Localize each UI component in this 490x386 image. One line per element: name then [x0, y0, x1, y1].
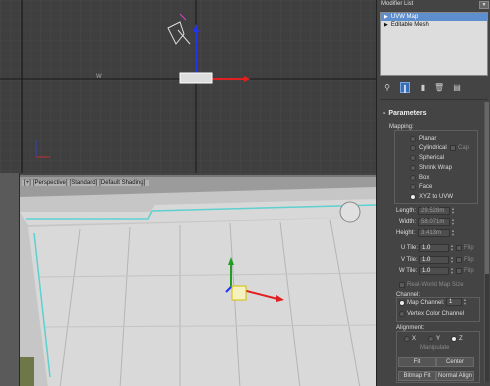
- radio-planar[interactable]: [410, 136, 416, 142]
- width-label: Width:: [399, 219, 417, 225]
- viewcube[interactable]: [339, 201, 361, 223]
- radio-map-channel[interactable]: [399, 300, 405, 306]
- u-tile-field[interactable]: 1.0: [419, 244, 449, 252]
- map-channel-spinner-icon[interactable]: ▲ ▼: [463, 298, 467, 306]
- normal-align-button[interactable]: Normal Align: [436, 371, 474, 381]
- length-field[interactable]: 29.528m: [418, 207, 450, 215]
- divider: [380, 99, 488, 100]
- radio-align-y[interactable]: [428, 336, 434, 342]
- manipulate-label: Manipulate: [420, 345, 450, 351]
- perspective-scene: [20, 177, 376, 386]
- u-flip-checkbox[interactable]: [456, 245, 462, 251]
- top-viewport-grid: [0, 0, 376, 173]
- radio-xyz-to-uvw-label: XYZ to UVW: [419, 194, 454, 200]
- radio-shrink-wrap[interactable]: [410, 165, 416, 171]
- radio-box[interactable]: [410, 175, 416, 181]
- modifier-stack-item-editable-mesh[interactable]: ▶ Editable Mesh: [381, 21, 487, 29]
- radio-cylindrical[interactable]: [410, 145, 416, 151]
- gizmo-plane[interactable]: [231, 285, 247, 301]
- show-end-result-icon[interactable]: ❙: [400, 82, 410, 93]
- modifier-stack[interactable]: ▶ UVW Map ▶ Editable Mesh: [380, 12, 488, 76]
- w-tile-spinner-icon[interactable]: ▲ ▼: [450, 267, 454, 275]
- parameters-title: Parameters: [388, 110, 427, 117]
- modifier-list-chevron-icon[interactable]: ▼: [479, 1, 489, 9]
- modifier-stack-label: UVW Map: [390, 14, 419, 20]
- radio-spherical[interactable]: [410, 155, 416, 161]
- expand-triangle-icon[interactable]: ▶: [384, 22, 388, 28]
- viewport-menu-shading[interactable]: [Default Shading]: [99, 180, 145, 186]
- viewport-menu-plus[interactable]: [+]: [24, 180, 31, 186]
- radio-xyz-to-uvw[interactable]: [410, 194, 416, 200]
- radio-face-label: Face: [419, 184, 433, 190]
- center-button[interactable]: Center: [436, 357, 474, 367]
- viewport-menu-view[interactable]: [Perspective]: [33, 180, 68, 186]
- u-flip-label: Flip: [464, 245, 474, 251]
- real-world-map-size-checkbox[interactable]: [399, 282, 405, 288]
- modifier-stack-item-uvw-map[interactable]: ▶ UVW Map: [381, 13, 487, 21]
- radio-planar-label: Planar: [419, 136, 437, 142]
- v-flip-checkbox[interactable]: [456, 257, 462, 263]
- align-x-label: X: [412, 336, 417, 342]
- pin-stack-icon[interactable]: ⚲: [382, 82, 392, 93]
- v-flip-label: Flip: [464, 257, 474, 263]
- w-flip-checkbox[interactable]: [456, 268, 462, 274]
- align-z-label: Z: [459, 336, 463, 342]
- width-field[interactable]: 58.071m: [418, 218, 450, 226]
- radio-cylindrical-label: Cylindrical: [419, 145, 447, 151]
- u-tile-spinner-icon[interactable]: ▲ ▼: [450, 244, 454, 252]
- radio-align-x[interactable]: [404, 336, 410, 342]
- length-label: Length:: [396, 208, 417, 214]
- height-spinner-icon[interactable]: ▲ ▼: [451, 229, 455, 237]
- u-tile-label: U Tile:: [401, 245, 419, 251]
- perspective-viewport[interactable]: [+] [Perspective] [Standard] [Default Shadi…: [20, 175, 376, 386]
- viewport-menu-standard[interactable]: [Standard]: [70, 180, 98, 186]
- modifier-stack-label: Editable Mesh: [390, 22, 429, 28]
- v-tile-label: V Tile:: [401, 257, 418, 263]
- make-unique-icon[interactable]: ▮: [418, 82, 428, 93]
- viewport-label[interactable]: [+] [Perspective] [Standard] [Default Shadi…: [22, 180, 150, 186]
- align-y-label: Y: [436, 336, 441, 342]
- height-label: Height:: [396, 230, 416, 236]
- vertex-color-channel-label: Vertex Color Channel: [407, 311, 465, 317]
- top-viewport-axis-label: W: [96, 74, 102, 80]
- radio-shrink-wrap-label: Shrink Wrap: [419, 165, 452, 171]
- radio-box-label: Box: [419, 175, 430, 181]
- map-channel-field[interactable]: 1: [446, 298, 462, 306]
- height-field[interactable]: 3.413m: [418, 229, 450, 237]
- radio-face[interactable]: [410, 184, 416, 190]
- v-tile-spinner-icon[interactable]: ▲ ▼: [450, 256, 454, 264]
- modifier-list-dropdown[interactable]: Modifier List: [381, 1, 413, 7]
- scrollbar-thumb[interactable]: [485, 102, 489, 274]
- w-tile-field[interactable]: 1.0: [419, 267, 449, 275]
- panel-scrollbar[interactable]: [484, 102, 489, 382]
- top-viewport[interactable]: W: [0, 0, 376, 173]
- w-flip-label: Flip: [464, 268, 474, 274]
- w-tile-label: W Tile:: [399, 268, 418, 274]
- map-channel-label: Map Channel:: [407, 300, 445, 306]
- cap-checkbox[interactable]: [450, 145, 456, 151]
- radio-vertex-color-channel[interactable]: [399, 311, 405, 317]
- length-spinner-icon[interactable]: ▲ ▼: [451, 207, 455, 215]
- v-tile-field[interactable]: 1.0: [419, 256, 449, 264]
- collapse-icon[interactable]: -: [383, 110, 385, 117]
- width-spinner-icon[interactable]: ▲ ▼: [451, 218, 455, 226]
- modifier-stack-toolbar: ⚲ ❙ ▮ 🗑 ▤: [380, 82, 488, 94]
- expand-triangle-icon[interactable]: ▶: [384, 14, 388, 20]
- radio-spherical-label: Spherical: [419, 155, 445, 161]
- parameters-rollout-header[interactable]: - Parameters: [383, 110, 426, 117]
- bitmap-fit-button[interactable]: Bitmap Fit: [398, 371, 436, 381]
- remove-modifier-icon[interactable]: 🗑: [434, 82, 444, 93]
- selected-object[interactable]: [179, 72, 213, 84]
- real-world-map-size-label: Real-World Map Size: [407, 282, 464, 288]
- configure-modifier-sets-icon[interactable]: ▤: [452, 82, 462, 93]
- fit-button[interactable]: Fit: [398, 357, 436, 367]
- cap-label: Cap: [458, 145, 470, 151]
- radio-align-z[interactable]: [451, 336, 457, 342]
